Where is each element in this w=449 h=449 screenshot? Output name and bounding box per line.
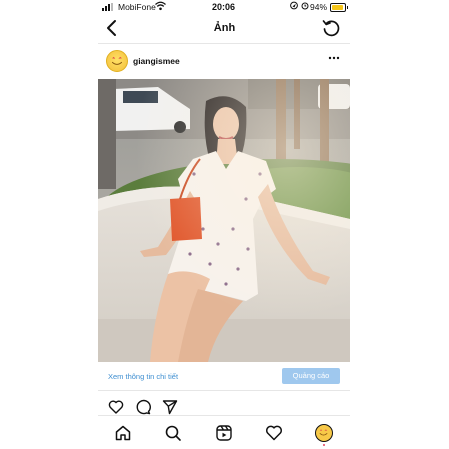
tab-reels[interactable] <box>215 424 233 442</box>
share-icon <box>162 400 178 415</box>
like-heart-icon <box>108 400 124 414</box>
post-photo[interactable] <box>98 79 350 362</box>
tabbar-divider <box>98 415 350 416</box>
status-time: 20:06 <box>212 2 236 12</box>
location-icon <box>290 1 298 10</box>
comment-button[interactable] <box>135 399 151 415</box>
signal-icon <box>102 3 113 11</box>
like-button[interactable] <box>108 399 124 415</box>
comment-icon <box>136 399 151 415</box>
reels-icon <box>216 425 232 441</box>
header-divider <box>98 43 350 44</box>
tab-profile[interactable] <box>315 424 333 442</box>
share-button[interactable] <box>162 399 178 415</box>
post-username[interactable]: giangismee <box>133 56 180 66</box>
battery-percent: 94% <box>310 2 328 12</box>
details-divider <box>98 390 350 391</box>
refresh-button[interactable] <box>321 18 341 38</box>
tab-activity[interactable] <box>265 424 283 442</box>
avatar[interactable] <box>106 50 128 72</box>
smiley-icon <box>111 56 123 65</box>
more-options-button[interactable] <box>327 54 341 62</box>
profile-avatar-icon <box>319 429 328 436</box>
home-icon <box>115 425 131 441</box>
refresh-icon <box>322 20 340 37</box>
search-icon <box>165 425 181 441</box>
page-title: Ảnh <box>213 22 236 34</box>
status-icons <box>290 1 309 10</box>
alarm-icon <box>301 2 309 10</box>
tab-search[interactable] <box>164 424 182 442</box>
wifi-icon <box>155 1 166 11</box>
activity-heart-icon <box>265 425 283 441</box>
more-horizontal-icon <box>328 56 340 60</box>
ad-button[interactable]: Quảng cáo <box>282 368 340 384</box>
status-bar: MobiFone 20:06 94% <box>0 0 449 14</box>
carrier-name: MobiFone <box>118 2 156 12</box>
tab-home[interactable] <box>114 424 132 442</box>
notification-dot <box>323 444 325 446</box>
battery-icon <box>330 3 348 12</box>
view-details-link[interactable]: Xem thông tin chi tiết <box>108 372 178 381</box>
